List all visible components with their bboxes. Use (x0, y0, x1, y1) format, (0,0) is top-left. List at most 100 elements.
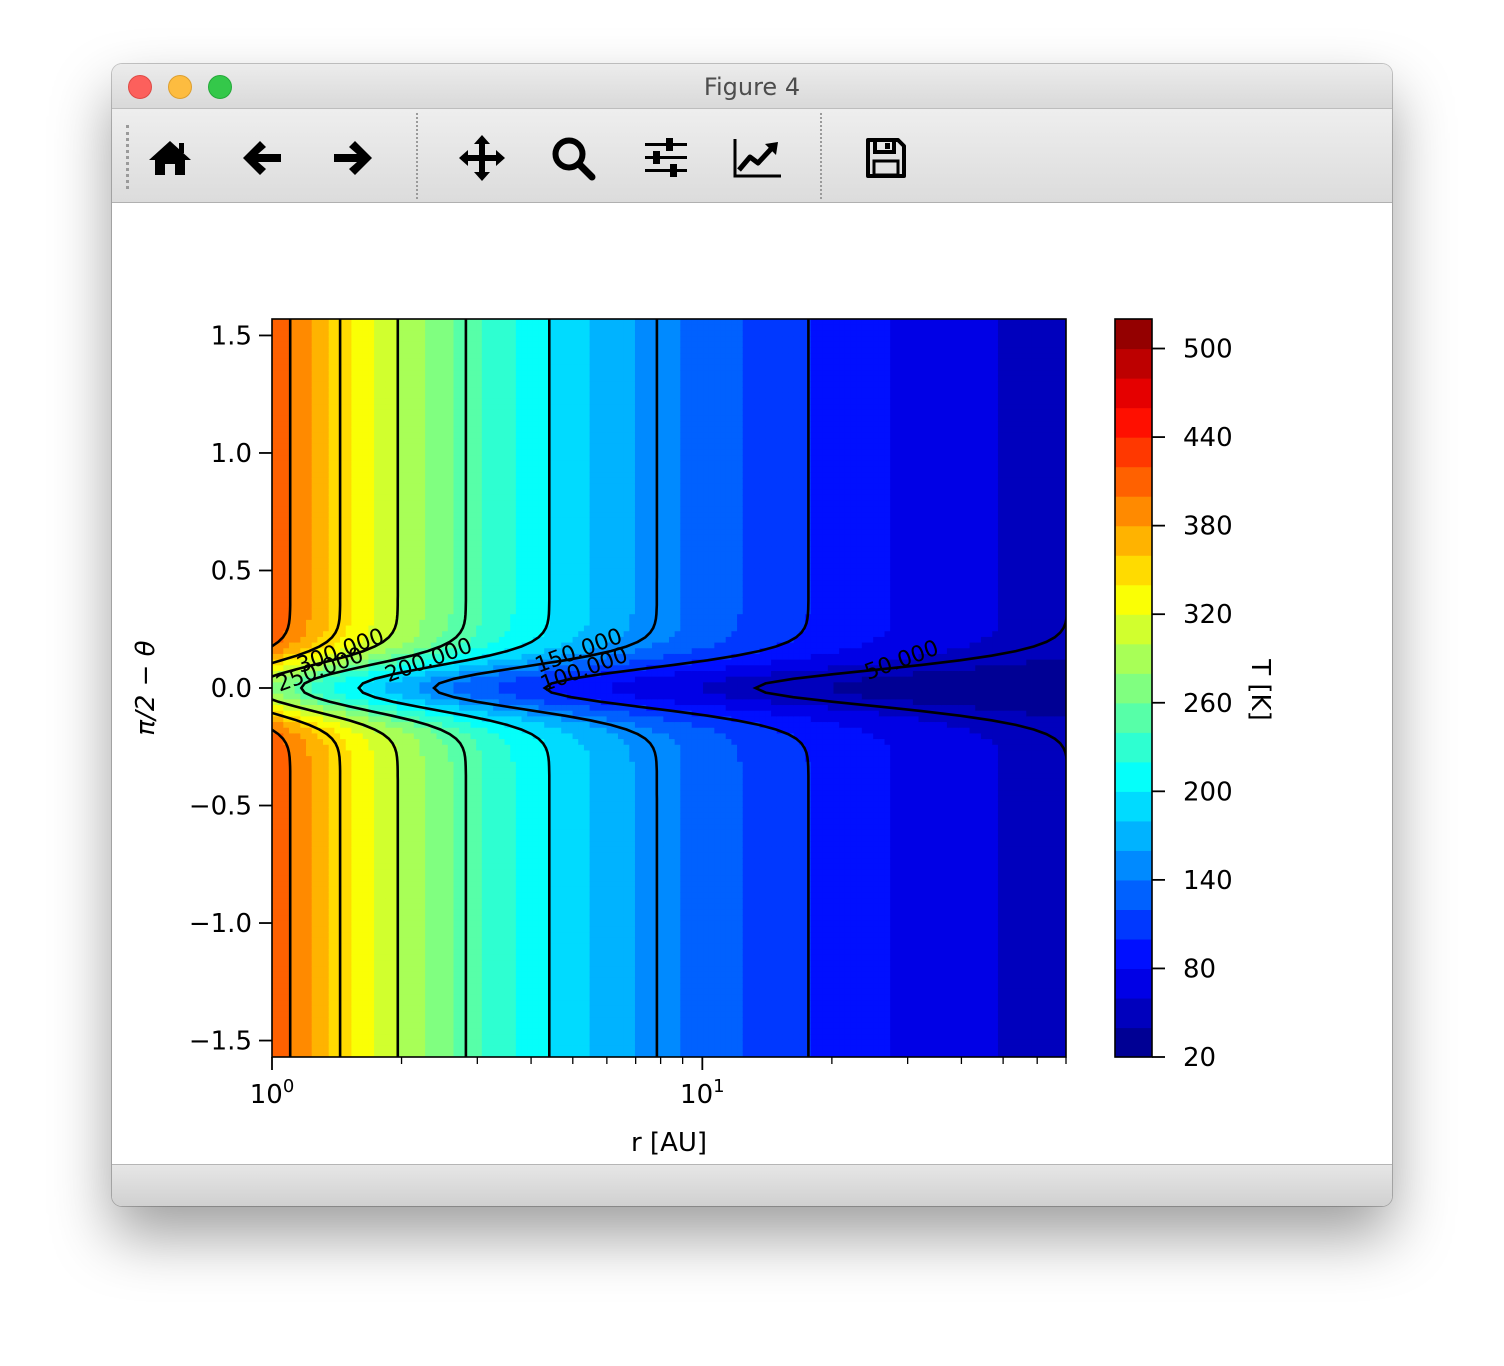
figure-canvas[interactable]: 300.000 250.000 200.000 150.000 100.000 50.00… (112, 203, 1392, 1165)
heatmap-cell (283, 784, 290, 791)
heatmap-cell (374, 426, 381, 434)
heatmap-cell (476, 937, 483, 945)
heatmap-cell (453, 506, 460, 513)
heatmap-cell (402, 886, 409, 893)
heatmap-cell (328, 551, 335, 559)
heatmap-cell (442, 744, 449, 752)
heatmap-cell (476, 881, 483, 888)
heatmap-cell (317, 943, 324, 950)
heatmap-cell (436, 954, 443, 962)
heatmap-cell (481, 682, 489, 689)
heatmap-cell (362, 375, 370, 383)
heatmap-cell (311, 875, 318, 882)
heatmap-cell (368, 517, 375, 524)
heatmap-cell (402, 1039, 409, 1047)
heatmap-cell (430, 619, 438, 627)
heatmap-cell (402, 994, 409, 1001)
heatmap-cell (345, 602, 352, 610)
heatmap-cell (317, 722, 324, 729)
heatmap-cell (272, 778, 279, 786)
heatmap-cell (391, 966, 398, 973)
heatmap-cell (476, 1017, 483, 1024)
heatmap-cell (351, 330, 358, 337)
heatmap-cell (300, 954, 307, 962)
heatmap-cell (374, 449, 381, 456)
heatmap-cell (311, 432, 318, 439)
heatmap-cell (425, 568, 432, 576)
heatmap-cell (436, 812, 443, 820)
heatmap-cell (425, 614, 432, 621)
heatmap-cell (362, 370, 370, 377)
heatmap-cell (323, 625, 330, 632)
back-button[interactable] (235, 131, 289, 185)
heatmap-cell (357, 903, 364, 910)
heatmap-cell (459, 500, 466, 507)
heatmap-cell (272, 574, 279, 581)
heatmap-cell (459, 517, 466, 524)
heatmap-cell (345, 500, 352, 507)
heatmap-cell (323, 829, 330, 837)
heatmap-cell (362, 835, 370, 842)
heatmap-cell (328, 1028, 335, 1035)
heatmap-cell (391, 529, 398, 536)
heatmap-cell (436, 801, 443, 808)
heatmap-cell (459, 898, 466, 905)
heatmap-cell (300, 1017, 307, 1024)
heatmap-cell (300, 898, 307, 905)
heatmap-cell (430, 846, 438, 854)
heatmap-cell (277, 943, 284, 950)
zoom-button[interactable] (546, 131, 600, 185)
heatmap-cell (294, 330, 301, 337)
configure-subplots-button[interactable] (639, 131, 693, 185)
heatmap-cell (317, 506, 324, 513)
heatmap-cell (459, 455, 466, 462)
heatmap-cell (442, 835, 449, 842)
pan-button[interactable] (455, 131, 509, 185)
heatmap-cell (430, 971, 438, 979)
heatmap-cell (277, 841, 284, 848)
heatmap-cell (277, 852, 284, 859)
edit-axes-button[interactable] (731, 131, 785, 185)
title-bar[interactable]: Figure 4 (112, 64, 1392, 109)
save-button[interactable] (859, 131, 913, 185)
heatmap-cell (402, 523, 409, 530)
heatmap-cell (408, 971, 415, 979)
heatmap-cell (442, 739, 449, 746)
heatmap-cell (447, 319, 455, 326)
heatmap-cell (442, 1022, 449, 1030)
heatmap-cell (470, 477, 477, 485)
heatmap-cell (408, 1005, 415, 1013)
heatmap-cell (425, 364, 432, 371)
toolbar-grip[interactable] (126, 125, 129, 189)
heatmap-cell (272, 1011, 279, 1018)
heatmap-cell (283, 489, 290, 496)
forward-button[interactable] (326, 131, 380, 185)
heatmap-cell (368, 534, 375, 541)
heatmap-cell (442, 455, 449, 462)
heatmap-cell (413, 739, 421, 746)
heatmap-cell (430, 341, 438, 348)
heatmap-cell (306, 585, 313, 593)
heatmap-cell (425, 494, 432, 502)
heatmap-cell (379, 415, 387, 422)
heatmap-cell (272, 926, 279, 933)
heatmap-cell (323, 557, 330, 564)
heatmap-cell (419, 812, 426, 820)
heatmap-cell (362, 795, 370, 803)
heatmap-cell (453, 988, 460, 996)
heatmap-cell (351, 546, 358, 553)
heatmap-cell (385, 591, 392, 598)
heatmap-cell (453, 920, 460, 928)
heatmap-cell (487, 398, 494, 405)
heatmap-cell (328, 370, 335, 377)
temperature-map-chart: 300.000250.000 200.000 150.000100.000 50.00… (131, 318, 1275, 1158)
heatmap-cell (300, 585, 307, 593)
heatmap-cell (368, 494, 375, 502)
home-button[interactable] (143, 131, 197, 185)
heatmap-cell (306, 818, 313, 825)
heatmap-cell (402, 1022, 409, 1030)
heatmap-cell (419, 744, 426, 752)
heatmap-cell (357, 392, 364, 400)
heatmap-cell (345, 415, 352, 422)
heatmap-cell (385, 688, 392, 695)
